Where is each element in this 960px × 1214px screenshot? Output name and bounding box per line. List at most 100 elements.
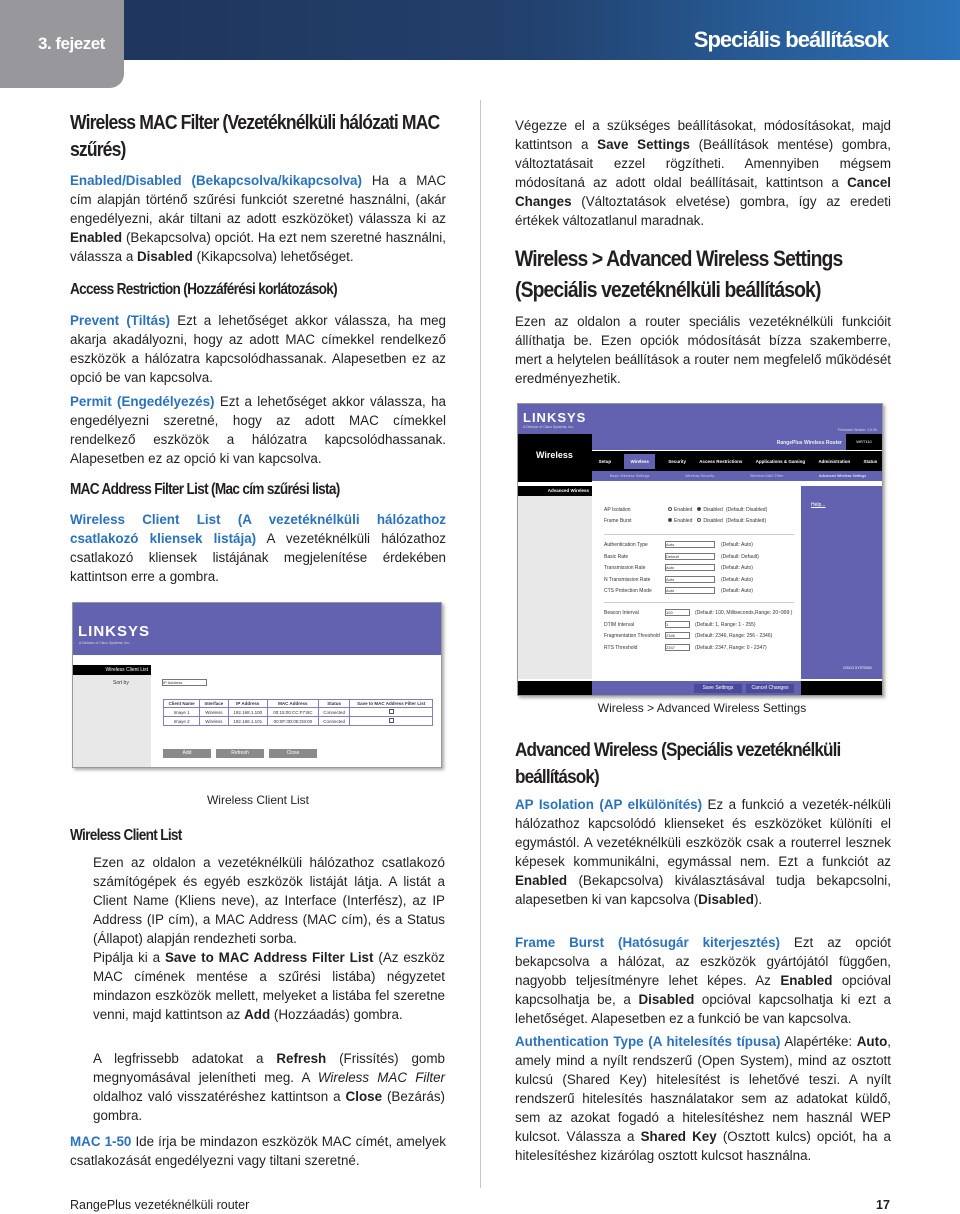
radio-group: Enabled Disabled (Default: Disabled) xyxy=(666,507,767,513)
heading-advanced-settings: Wireless > Advanced Wireless Settings (S… xyxy=(515,246,843,302)
tab-3[interactable]: Access Restrictions xyxy=(699,459,742,464)
input-3[interactable]: 2347 xyxy=(665,643,690,651)
save-checkbox-cell xyxy=(349,707,433,717)
table-cell: 192.168.1.100 xyxy=(227,707,268,717)
radio-button[interactable] xyxy=(668,518,672,522)
divider xyxy=(604,534,794,535)
subtab-3[interactable]: Advanced Wireless Settings xyxy=(819,474,866,478)
save-settings-button[interactable]: Save Settings xyxy=(694,684,742,693)
tab-0[interactable]: Setup xyxy=(599,459,612,464)
side-label: Advanced Wireless xyxy=(518,486,592,496)
text-run: (Hozzáadás) gombra. xyxy=(270,1007,403,1022)
radio-label-text: Enabled xyxy=(674,507,693,513)
table-row: Imaye 1 Wireless 192.168.1.100 00:15:00:CC:… xyxy=(162,707,433,717)
save-checkbox[interactable] xyxy=(388,718,394,723)
client-table: Client Name Interface IP Address MAC Addres… xyxy=(162,699,433,726)
radio-label: Frame Burst xyxy=(604,518,632,524)
tab-6[interactable]: Status xyxy=(864,459,878,464)
table-cell: Wireless xyxy=(199,716,229,726)
select-0[interactable]: Auto xyxy=(665,541,715,548)
input-label: Fragmentation Threshold xyxy=(604,633,660,639)
input-2[interactable]: 2346 xyxy=(665,632,690,639)
column-header: Save to MAC Address Filter List xyxy=(349,699,433,708)
refresh-button[interactable]: Refresh xyxy=(216,749,264,758)
text-run: , amely mind a nyílt rendszerű (Open Sys… xyxy=(515,1034,891,1144)
cancel-changes-button[interactable]: Cancel Changes xyxy=(746,684,794,693)
radio-button[interactable] xyxy=(668,507,672,511)
text-run: Enabled xyxy=(780,973,833,988)
radio-label-text: Disabled xyxy=(703,507,723,513)
table-cell: Imaye 1 xyxy=(162,707,201,717)
para-ap-isolation: AP Isolation (AP elkülönítés) Ez a funkc… xyxy=(515,795,891,909)
select-3[interactable]: Auto xyxy=(665,575,715,583)
para-enabled: Enabled/Disabled (Bekapcsolva/kikapcsolv… xyxy=(70,171,446,266)
para-auth-type: Authentication Type (A hitelesítés típus… xyxy=(515,1032,891,1165)
default-note: (Default: 2347, Range: 0 - 2347) xyxy=(695,644,767,651)
text-run: (Kikapcsolva) lehetőséget. xyxy=(192,249,354,264)
subtab-2[interactable]: Wireless MAC Filter xyxy=(750,474,784,478)
sort-select[interactable]: IP Address xyxy=(162,679,207,686)
text-run: Auto xyxy=(856,1034,888,1049)
radio-group: Enabled Disabled (Default: Enabled) xyxy=(666,518,766,524)
cisco-logo: CISCO SYSTEMS xyxy=(843,666,872,670)
para-mac-1-50: MAC 1-50 Ide írja be mindazon eszközök M… xyxy=(70,1132,446,1170)
radio-button[interactable] xyxy=(697,507,702,511)
text-run: Disabled xyxy=(698,892,754,907)
table-cell: Connected xyxy=(317,707,351,717)
tab-4[interactable]: Applications & Gaming xyxy=(756,459,806,464)
select-label: Authentication Type xyxy=(604,542,648,548)
heading-wireless-client-list: Wireless Client List xyxy=(70,827,182,844)
text-run: Disabled xyxy=(638,992,695,1007)
sort-label: Sort by xyxy=(113,680,129,686)
help-link[interactable]: Help... xyxy=(811,502,825,508)
wireless-client-list-screenshot: LINKSYS A Division of Cisco Systems, Inc… xyxy=(72,602,442,768)
save-checkbox-cell xyxy=(349,716,433,726)
section-title: Speciális beállítások xyxy=(693,27,889,52)
input-1[interactable]: 1 xyxy=(665,620,690,628)
add-button[interactable]: Add xyxy=(163,749,211,758)
default-note: (Default: 2346, Range: 256 - 2346) xyxy=(695,633,773,639)
para-wcl-2: Pipálja ki a Save to MAC Address Filter … xyxy=(93,948,445,1024)
term-label: Frame Burst (Hatósugár kiterjesztés) xyxy=(515,935,781,950)
table-cell: 00:15:00:CC:F7:BC xyxy=(266,707,319,717)
default-note: (Default: Auto) xyxy=(721,576,753,583)
caption-client-list: Wireless Client List xyxy=(206,793,310,807)
default-note: (Default: 100, Milliseconds,Range: 20~99… xyxy=(695,610,793,616)
text-run: Shared Key xyxy=(640,1129,717,1144)
text-run: ). xyxy=(753,892,763,907)
radio-label-text: Enabled xyxy=(674,518,693,524)
text-run: Enabled xyxy=(70,230,123,245)
column-header: Interface xyxy=(199,699,229,708)
column-header: MAC Address xyxy=(266,699,319,708)
advanced-wireless-screenshot: LINKSYS A Division of Cisco Systems, Inc… xyxy=(517,403,883,696)
term-label: Permit (Engedélyezés) xyxy=(70,394,215,409)
select-label: N Transmission Rate xyxy=(604,576,651,583)
subtab-0[interactable]: Basic Wireless Settings xyxy=(610,474,650,478)
subtab-1[interactable]: Wireless Security xyxy=(685,474,714,478)
input-0[interactable]: 100 xyxy=(665,609,690,616)
close-button[interactable]: Close xyxy=(269,749,317,758)
tab-5[interactable]: Administration xyxy=(818,459,850,464)
term-label: Authentication Type (A hitelesítés típus… xyxy=(515,1034,781,1049)
select-label: CTS Protection Mode xyxy=(604,588,652,594)
default-note: (Default: Disabled) xyxy=(725,507,768,513)
default-note: (Default: Auto) xyxy=(721,565,753,571)
select-1[interactable]: Default xyxy=(665,552,715,560)
text-run: Alapértéke: xyxy=(780,1034,857,1049)
linksys-logo: LINKSYS xyxy=(523,410,587,425)
default-note: (Default: Enabled) xyxy=(725,518,767,524)
text-run: Ezen az oldalon a router speciális vezet… xyxy=(515,314,891,386)
table-cell: Imaye 2 xyxy=(162,716,201,726)
tab-1[interactable]: Wireless xyxy=(624,453,655,469)
select-4[interactable]: Auto xyxy=(665,587,715,594)
text-run: Ezen az oldalon a vezetéknélküli hálózat… xyxy=(93,855,445,946)
text-run: oldalhoz való visszatéréshez kattintson … xyxy=(93,1089,346,1104)
radio-button[interactable] xyxy=(697,518,702,522)
tab-2[interactable]: Security xyxy=(668,459,686,464)
term-label: AP Isolation (AP elkülönítés) xyxy=(515,797,703,812)
select-2[interactable]: Auto xyxy=(665,564,715,571)
table-cell: 192.168.1.101 xyxy=(227,716,268,726)
save-checkbox[interactable] xyxy=(388,709,394,714)
para-save: Végezze el a szükséges beállításokat, mó… xyxy=(515,116,891,230)
table-row: Imaye 2 Wireless 192.168.1.101 00:0F:3D:0E:… xyxy=(162,716,433,726)
